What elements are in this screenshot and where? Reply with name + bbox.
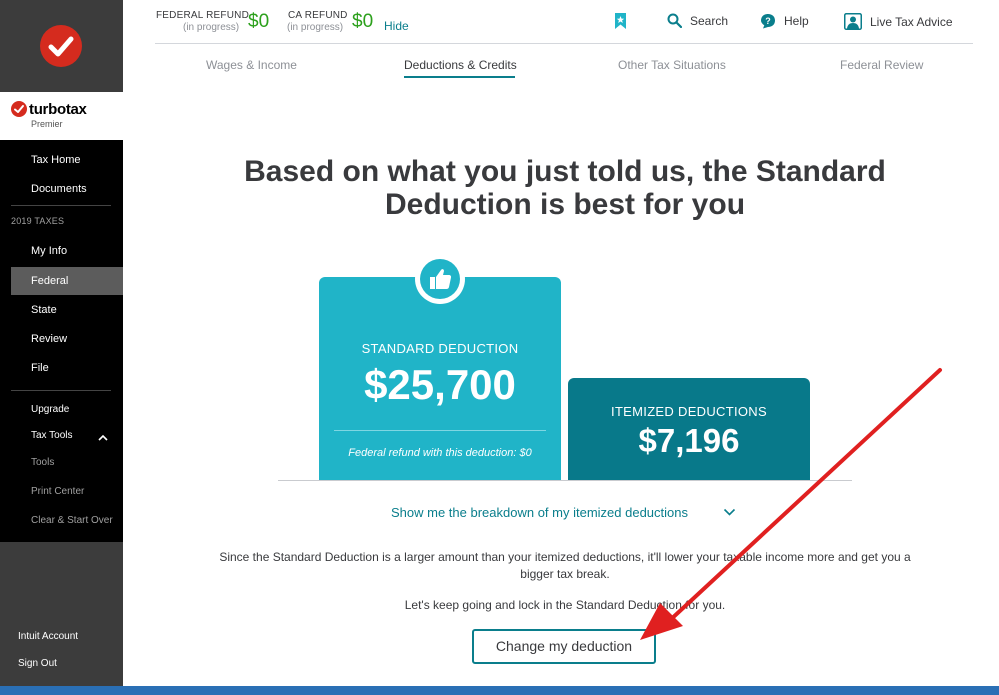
tab-other-tax-situations[interactable]: Other Tax Situations xyxy=(618,58,726,72)
sidebar-brand: turbotax Premier xyxy=(0,92,123,140)
bookmark-star-icon[interactable] xyxy=(614,12,627,30)
brand-edition: Premier xyxy=(31,119,63,129)
expert-avatar-icon xyxy=(844,13,862,30)
search-button[interactable]: Search xyxy=(667,13,728,28)
deduction-explanation: Since the Standard Deduction is a larger… xyxy=(219,550,911,581)
sidebar-item-tools[interactable]: Tools xyxy=(0,451,123,475)
sidebar-divider xyxy=(11,205,111,206)
sidebar-item-upgrade[interactable]: Upgrade xyxy=(0,398,123,422)
sidebar-item-state[interactable]: State xyxy=(0,298,123,322)
lock-in-prefix: Let's keep going and lock in the xyxy=(404,598,576,612)
help-icon: ? xyxy=(761,14,775,29)
itemized-deductions-title: ITEMIZED DEDUCTIONS xyxy=(611,404,767,419)
thumbs-up-badge xyxy=(415,254,465,304)
standard-deduction-card: STANDARD DEDUCTION $25,700 Federal refun… xyxy=(319,277,561,480)
brand-name: turbotax xyxy=(29,101,87,118)
card-divider xyxy=(334,430,546,431)
turbotax-check-logo-icon[interactable] xyxy=(40,25,82,67)
sidebar-item-sign-out[interactable]: Sign Out xyxy=(18,658,57,669)
ca-refund-label: CA REFUND xyxy=(288,10,348,21)
help-button[interactable]: ? Help xyxy=(760,13,809,29)
federal-refund-label: FEDERAL REFUND xyxy=(156,10,249,21)
sidebar-item-my-info[interactable]: My Info xyxy=(0,239,123,263)
change-deduction-button[interactable]: Change my deduction xyxy=(472,629,656,664)
ca-refund-status: (in progress) xyxy=(287,22,344,33)
sidebar-section-taxes: 2019 TAXES xyxy=(11,216,65,226)
sidebar-item-intuit-account[interactable]: Intuit Account xyxy=(18,631,78,642)
sidebar: turbotax Premier Tax Home Documents 2019… xyxy=(0,0,123,695)
cards-baseline xyxy=(278,480,852,481)
tab-deductions-credits[interactable]: Deductions & Credits xyxy=(404,58,517,72)
lock-in-emphasis: Standard Deduction xyxy=(575,598,682,612)
standard-deduction-refund-note: Federal refund with this deduction: $0 xyxy=(348,447,532,459)
lock-in-message: Let's keep going and lock in the Standar… xyxy=(305,598,825,612)
turbotax-mark-icon xyxy=(11,101,27,117)
help-label: Help xyxy=(784,14,809,28)
live-tax-advice-label: Live Tax Advice xyxy=(870,14,953,29)
itemized-breakdown-link[interactable]: Show me the breakdown of my itemized ded… xyxy=(391,505,688,520)
chevron-down-icon[interactable] xyxy=(723,508,736,517)
sidebar-item-documents[interactable]: Documents xyxy=(0,177,123,201)
sidebar-item-file[interactable]: File xyxy=(0,356,123,380)
sidebar-item-federal[interactable]: Federal xyxy=(11,267,123,295)
chevron-up-icon[interactable] xyxy=(98,434,108,442)
itemized-deductions-amount: $7,196 xyxy=(638,422,740,459)
page-title: Based on what you just told us, the Stan… xyxy=(244,155,886,221)
sidebar-item-clear-start-over[interactable]: Clear & Start Over xyxy=(0,509,123,533)
standard-deduction-title: STANDARD DEDUCTION xyxy=(361,341,519,356)
search-icon xyxy=(667,13,682,28)
sidebar-logo-area xyxy=(0,0,123,92)
hide-refund-link[interactable]: Hide xyxy=(384,19,409,33)
federal-refund-status: (in progress) xyxy=(183,22,240,33)
active-tab-indicator xyxy=(404,76,515,78)
live-tax-advice-button[interactable]: Live Tax Advice xyxy=(844,13,953,30)
lock-in-suffix: for you. xyxy=(681,598,726,612)
federal-refund-amount: $0 xyxy=(248,11,270,32)
sidebar-item-print-center[interactable]: Print Center xyxy=(0,480,123,504)
header-divider xyxy=(155,43,973,44)
itemized-deductions-card: ITEMIZED DEDUCTIONS $7,196 xyxy=(568,378,810,480)
tab-federal-review[interactable]: Federal Review xyxy=(840,58,923,72)
os-taskbar xyxy=(0,686,999,695)
thumbs-up-icon xyxy=(430,269,452,289)
search-label: Search xyxy=(690,13,729,28)
sidebar-item-tax-home[interactable]: Tax Home xyxy=(0,148,123,172)
svg-text:?: ? xyxy=(765,16,771,26)
standard-deduction-amount: $25,700 xyxy=(364,361,516,408)
tab-wages-income[interactable]: Wages & Income xyxy=(206,58,297,72)
sidebar-item-review[interactable]: Review xyxy=(0,327,123,351)
sidebar-account-area: Intuit Account Sign Out xyxy=(0,542,123,695)
ca-refund-amount: $0 xyxy=(352,11,374,32)
sidebar-divider xyxy=(11,390,111,391)
